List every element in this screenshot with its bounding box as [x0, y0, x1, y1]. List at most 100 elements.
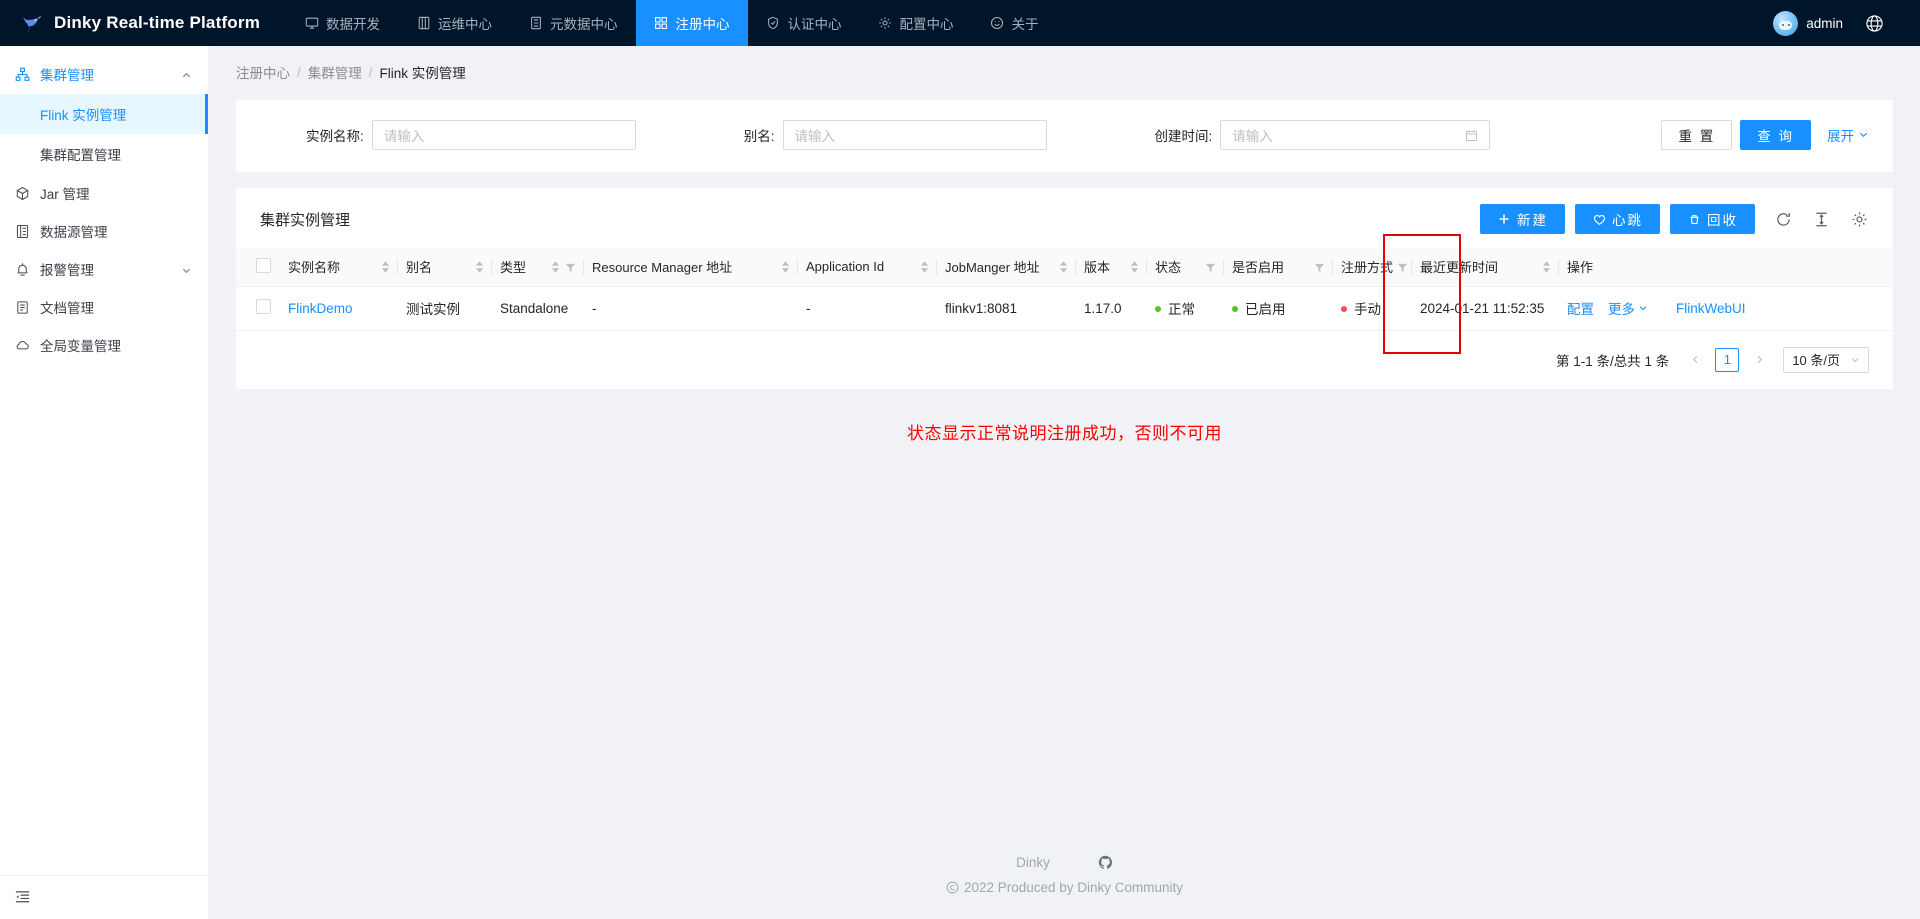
sidebar-item-jar-management[interactable]: Jar 管理	[0, 174, 208, 212]
breadcrumb-item-registry[interactable]: 注册中心	[236, 62, 290, 82]
cell-alias: 测试实例	[398, 286, 492, 331]
th-instance-name[interactable]: 实例名称	[280, 248, 398, 287]
sidebar-group-cluster-management[interactable]: 集群管理	[0, 54, 208, 94]
sidebar-item-flink-instance-management[interactable]: Flink 实例管理	[0, 94, 208, 134]
th-application-id[interactable]: Application Id	[798, 248, 937, 287]
create-time-placeholder: 请输入	[1232, 129, 1273, 144]
reset-button[interactable]: 重 置	[1661, 120, 1733, 150]
plus-icon	[1497, 212, 1511, 226]
column-height-icon[interactable]	[1811, 209, 1831, 229]
main-nav: 数据开发 运维中心 元数据中心 注册中心 认证中心 配置中心 关于	[286, 0, 1057, 46]
th-label: 别名	[406, 260, 433, 276]
row-checkbox[interactable]	[256, 299, 271, 314]
nav-item-about[interactable]: 关于	[972, 0, 1057, 46]
nav-item-registry[interactable]: 注册中心	[635, 0, 748, 46]
heartbeat-button[interactable]: 心跳	[1575, 204, 1660, 234]
more-action-link[interactable]: 更多	[1608, 298, 1648, 318]
sort-icon[interactable]	[551, 261, 560, 273]
cell-jobmanager: flinkv1:8081	[937, 286, 1076, 331]
sidebar-item-datasource-management[interactable]: 数据源管理	[0, 212, 208, 250]
chevron-left-icon[interactable]	[1683, 348, 1707, 372]
sidebar-item-label: 文档管理	[40, 301, 94, 316]
breadcrumb-separator: /	[368, 64, 373, 80]
filter-icon[interactable]	[1397, 261, 1408, 273]
table-toolbar: 集群实例管理 新建 心跳 回收	[236, 188, 1893, 248]
instance-name-input[interactable]: 请输入	[371, 120, 636, 150]
chevron-up-icon	[181, 69, 192, 80]
nav-item-auth[interactable]: 认证中心	[748, 0, 860, 46]
breadcrumb-item-current: Flink 实例管理	[379, 66, 466, 81]
reload-icon[interactable]	[1773, 209, 1793, 229]
alert-icon	[14, 262, 30, 277]
chevron-down-icon	[181, 264, 192, 275]
box-icon	[14, 186, 30, 201]
sidebar-item-cluster-config-management[interactable]: 集群配置管理	[0, 134, 208, 174]
dashboard-icon	[416, 16, 431, 31]
table-header: 实例名称 别名 类型 Resource Manager 地址 Applicati…	[236, 248, 1893, 287]
nav-item-ops[interactable]: 运维中心	[398, 0, 510, 46]
th-jobmanager-address[interactable]: JobManger 地址	[937, 248, 1076, 287]
file-doc-icon	[14, 300, 30, 315]
breadcrumb-item-cluster[interactable]: 集群管理	[308, 62, 362, 82]
th-status[interactable]: 状态	[1147, 248, 1224, 287]
sort-icon[interactable]	[1130, 261, 1139, 273]
sidebar-item-global-variable-management[interactable]: 全局变量管理	[0, 326, 208, 364]
chevron-right-icon[interactable]	[1747, 348, 1771, 372]
create-time-input[interactable]: 请输入	[1220, 120, 1491, 150]
instance-name-link[interactable]: FlinkDemo	[288, 301, 353, 316]
github-icon[interactable]	[1098, 855, 1113, 870]
pagination-page-1[interactable]: 1	[1715, 347, 1740, 372]
globe-icon[interactable]	[1865, 14, 1884, 33]
th-version[interactable]: 版本	[1076, 248, 1147, 287]
th-resource-manager-address[interactable]: Resource Manager 地址	[584, 248, 798, 287]
field-label: 实例名称	[306, 125, 364, 145]
field-alias: 别名 请输入	[744, 120, 1047, 150]
sort-icon[interactable]	[920, 261, 929, 273]
setting-icon	[878, 16, 893, 31]
footer-dinky-link[interactable]: Dinky	[1016, 855, 1050, 870]
sort-icon[interactable]	[1059, 261, 1068, 273]
th-alias[interactable]: 别名	[398, 248, 492, 287]
expand-filters-toggle[interactable]: 展开	[1827, 125, 1869, 145]
sort-icon[interactable]	[1542, 261, 1551, 273]
breadcrumb: 注册中心 / 集群管理 / Flink 实例管理	[209, 46, 1920, 82]
th-last-update-time[interactable]: 最近更新时间	[1412, 248, 1559, 287]
cluster-instance-table: 实例名称 别名 类型 Resource Manager 地址 Applicati…	[236, 248, 1893, 331]
filter-icon[interactable]	[1314, 261, 1325, 273]
cell-application-id: -	[798, 286, 937, 331]
th-register-type[interactable]: 注册方式	[1333, 248, 1412, 287]
bird-logo-icon	[18, 10, 44, 36]
sort-icon[interactable]	[781, 261, 790, 273]
th-type[interactable]: 类型	[492, 248, 584, 287]
sidebar-item-alert-management[interactable]: 报警管理	[0, 250, 208, 288]
setting-gear-icon[interactable]	[1849, 209, 1869, 229]
field-label: 别名	[744, 125, 775, 145]
recycle-button[interactable]: 回收	[1670, 204, 1755, 234]
user-menu[interactable]: admin	[1773, 10, 1843, 36]
select-all-checkbox[interactable]	[256, 257, 271, 273]
alias-input[interactable]: 请输入	[782, 120, 1047, 150]
query-button[interactable]: 查 询	[1740, 120, 1811, 150]
table-row[interactable]: FlinkDemo 测试实例 Standalone - - flinkv1:80…	[236, 286, 1893, 331]
th-enabled[interactable]: 是否启用	[1224, 248, 1333, 287]
sort-icon[interactable]	[381, 261, 390, 273]
sidebar-item-label: 集群配置管理	[40, 148, 121, 163]
footer-links: Dinky	[209, 855, 1920, 870]
sidebar-item-document-management[interactable]: 文档管理	[0, 288, 208, 326]
table-toolbar-actions: 新建 心跳 回收	[1480, 204, 1869, 234]
filter-icon[interactable]	[565, 261, 576, 273]
cell-status: 正常	[1147, 286, 1224, 331]
nav-item-data-dev[interactable]: 数据开发	[286, 0, 398, 46]
filter-icon[interactable]	[1205, 261, 1216, 273]
status-text: 正常	[1168, 302, 1195, 317]
nav-item-config[interactable]: 配置中心	[860, 0, 972, 46]
sort-icon[interactable]	[475, 261, 484, 273]
config-action-link[interactable]: 配置	[1567, 298, 1594, 318]
create-button[interactable]: 新建	[1480, 204, 1565, 234]
th-label: Application Id	[806, 259, 885, 275]
pagination: 第 1-1 条/总共 1 条 1 10 条/页	[236, 331, 1893, 381]
nav-item-metadata[interactable]: 元数据中心	[510, 0, 636, 46]
menu-fold-icon[interactable]	[14, 889, 31, 906]
flink-web-ui-link[interactable]: FlinkWebUI	[1676, 301, 1746, 316]
page-size-select[interactable]: 10 条/页	[1783, 346, 1869, 373]
